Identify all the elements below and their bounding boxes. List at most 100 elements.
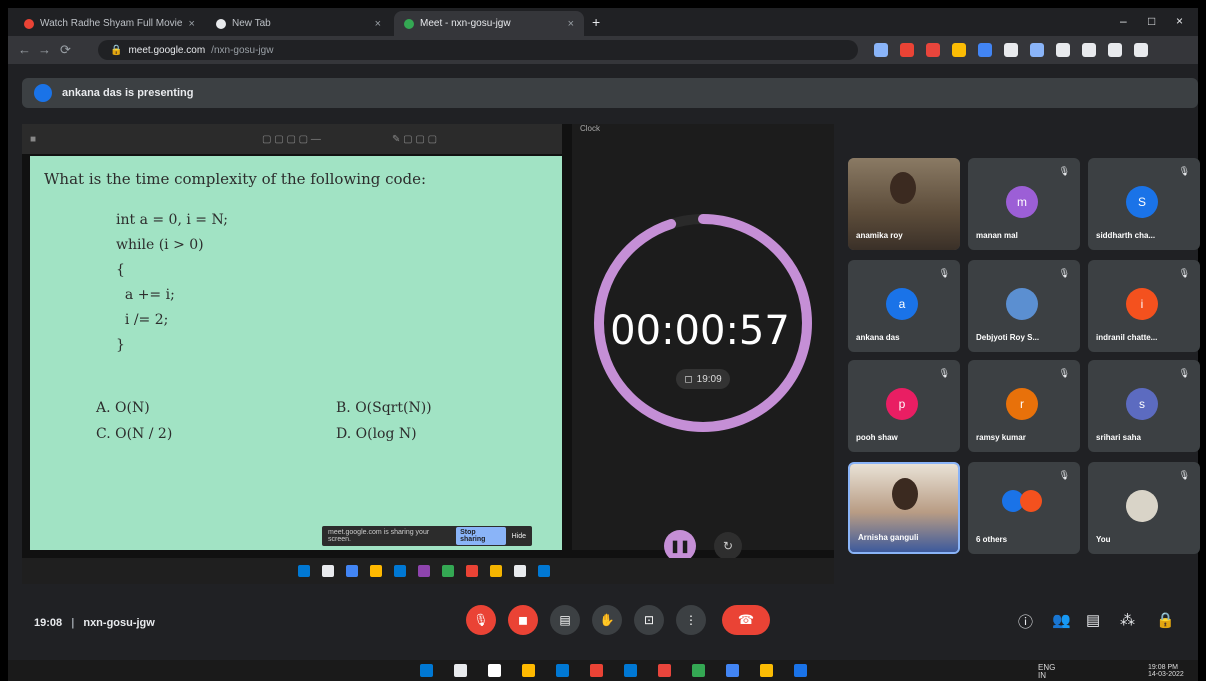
extension-icon[interactable] <box>978 43 992 57</box>
participant-name: anamika roy <box>856 231 903 240</box>
close-icon[interactable]: × <box>375 18 381 30</box>
taskbar-app-icon[interactable] <box>522 664 535 677</box>
activities-icon[interactable]: ⁂ <box>1120 611 1135 629</box>
taskbar-app-icon[interactable] <box>420 664 433 677</box>
close-icon[interactable]: × <box>188 18 194 30</box>
raise-hand-button[interactable]: ✋ <box>592 605 622 635</box>
browser-tab[interactable]: New Tab × <box>206 11 391 36</box>
participant-tile[interactable]: S 🎙 siddharth cha... <box>1088 158 1200 250</box>
taskbar-app-icon[interactable] <box>794 664 807 677</box>
info-icon[interactable]: ⓘ <box>1018 611 1033 632</box>
participant-avatar: a <box>886 288 918 320</box>
clock-window: Clock 00:00:57 ◻ 19:09 ❚❚ ↻ <box>572 124 834 562</box>
clock-title-text: Clock <box>580 124 601 133</box>
participant-tile[interactable]: 🎙 You <box>1088 462 1200 554</box>
reload-icon[interactable]: ⟳ <box>60 42 71 58</box>
participant-tile[interactable]: s 🎙 srihari saha <box>1088 360 1200 452</box>
participant-tile[interactable]: i 🎙 indranil chatte... <box>1088 260 1200 352</box>
stopwatch-time: 00:00:57 <box>610 308 790 354</box>
hide-button[interactable]: Hide <box>512 533 526 540</box>
taskbar-app-icon[interactable] <box>442 565 454 577</box>
extension-icon[interactable] <box>874 43 888 57</box>
mic-muted-icon: 🎙 <box>1178 166 1190 176</box>
chat-icon[interactable]: ▤ <box>1086 611 1100 629</box>
self-avatar <box>1126 490 1158 522</box>
taskbar-app-icon[interactable] <box>658 664 671 677</box>
close-window-button[interactable]: × <box>1176 14 1183 28</box>
maximize-button[interactable]: □ <box>1148 14 1155 28</box>
code-line: a += i; <box>116 287 175 303</box>
extension-icon[interactable] <box>1030 43 1044 57</box>
participant-tile[interactable]: anamika roy <box>848 158 960 250</box>
taskbar-app-icon[interactable] <box>514 565 526 577</box>
taskbar-app-icon[interactable] <box>346 565 358 577</box>
taskbar-app-icon[interactable] <box>488 664 501 677</box>
forward-icon[interactable]: → <box>38 42 51 57</box>
taskbar-app-icon[interactable] <box>418 565 430 577</box>
close-icon[interactable]: × <box>568 18 574 30</box>
mic-muted-icon: 🎙 <box>938 268 950 278</box>
extension-icon[interactable] <box>1004 43 1018 57</box>
taskbar-time: 19:08 PM <box>1148 664 1178 671</box>
extension-icon[interactable] <box>952 43 966 57</box>
captions-button[interactable]: ▤ <box>550 605 580 635</box>
taskbar-app-icon[interactable] <box>760 664 773 677</box>
new-tab-button[interactable]: + <box>592 14 600 30</box>
extension-icon[interactable] <box>926 43 940 57</box>
participant-tile[interactable]: 🎙 Debjyoti Roy S... <box>968 260 1080 352</box>
taskbar-app-icon[interactable] <box>466 565 478 577</box>
participant-tile[interactable]: m 🎙 manan mal <box>968 158 1080 250</box>
app-icon: ■ <box>30 134 37 145</box>
extension-icon[interactable] <box>1056 43 1070 57</box>
mic-muted-icon: 🎙 <box>1178 470 1190 480</box>
presenting-bar: ankana das is presenting <box>22 78 1198 108</box>
taskbar-app-icon[interactable] <box>624 664 637 677</box>
taskbar-app-icon[interactable] <box>454 664 467 677</box>
taskbar-app-icon[interactable] <box>726 664 739 677</box>
stop-sharing-button[interactable]: Stop sharing <box>456 527 506 545</box>
participant-name: Arnisha ganguli <box>858 533 919 542</box>
back-icon[interactable]: ← <box>18 42 31 57</box>
extension-icon[interactable] <box>900 43 914 57</box>
taskbar-app-icon[interactable] <box>556 664 569 677</box>
mic-muted-icon: 🎙 <box>1058 368 1070 378</box>
reset-button[interactable]: ↻ <box>714 532 742 560</box>
host-controls-icon[interactable]: 🔒 <box>1156 611 1175 629</box>
taskbar-app-icon[interactable] <box>394 565 406 577</box>
taskbar-app-icon[interactable] <box>692 664 705 677</box>
code-line: } <box>116 337 125 353</box>
camera-off-button[interactable]: ◼ <box>508 605 538 635</box>
mic-off-button[interactable]: 🎙 <box>466 605 496 635</box>
participant-tile[interactable]: Arnisha ganguli <box>848 462 960 554</box>
taskbar-app-icon[interactable] <box>370 565 382 577</box>
browser-tab-active[interactable]: Meet - nxn-gosu-jgw × <box>394 11 584 36</box>
participant-tile[interactable]: r 🎙 ramsy kumar <box>968 360 1080 452</box>
participant-tile[interactable]: p 🎙 pooh shaw <box>848 360 960 452</box>
url-input[interactable]: 🔒 meet.google.com/nxn-gosu-jgw <box>98 40 858 60</box>
participant-tile[interactable]: a 🎙 ankana das <box>848 260 960 352</box>
browser-tab[interactable]: Watch Radhe Shyam Full Movie × <box>14 11 204 36</box>
more-options-button[interactable]: ⋮ <box>676 605 706 635</box>
code-line: i /= 2; <box>116 312 169 328</box>
taskbar-app-icon[interactable] <box>490 565 502 577</box>
extension-icon[interactable] <box>1108 43 1122 57</box>
taskbar-app-icon[interactable] <box>538 565 550 577</box>
present-button[interactable]: ⊡ <box>634 605 664 635</box>
taskbar-app-icon[interactable] <box>590 664 603 677</box>
participant-tile[interactable]: 🎙 6 others <box>968 462 1080 554</box>
presenting-text: ankana das is presenting <box>62 87 194 99</box>
people-icon[interactable]: 👥 <box>1052 611 1071 629</box>
meeting-time: 19:08 <box>34 617 63 629</box>
extension-icon[interactable] <box>1134 43 1148 57</box>
separator: | <box>71 617 75 629</box>
minimize-button[interactable]: – <box>1120 14 1127 28</box>
participant-name: Debjyoti Roy S... <box>976 333 1040 342</box>
meet-favicon-icon <box>404 18 414 29</box>
end-call-button[interactable]: ☎ <box>722 605 770 635</box>
extension-icon[interactable] <box>1082 43 1096 57</box>
taskbar-app-icon[interactable] <box>298 565 310 577</box>
mic-muted-icon: 🎙 <box>938 368 950 378</box>
participant-avatar: m <box>1006 186 1038 218</box>
meet-window: ankana das is presenting ■ ▢ ▢ ▢ ▢ — ✎ ▢… <box>8 64 1200 660</box>
taskbar-app-icon[interactable] <box>322 565 334 577</box>
